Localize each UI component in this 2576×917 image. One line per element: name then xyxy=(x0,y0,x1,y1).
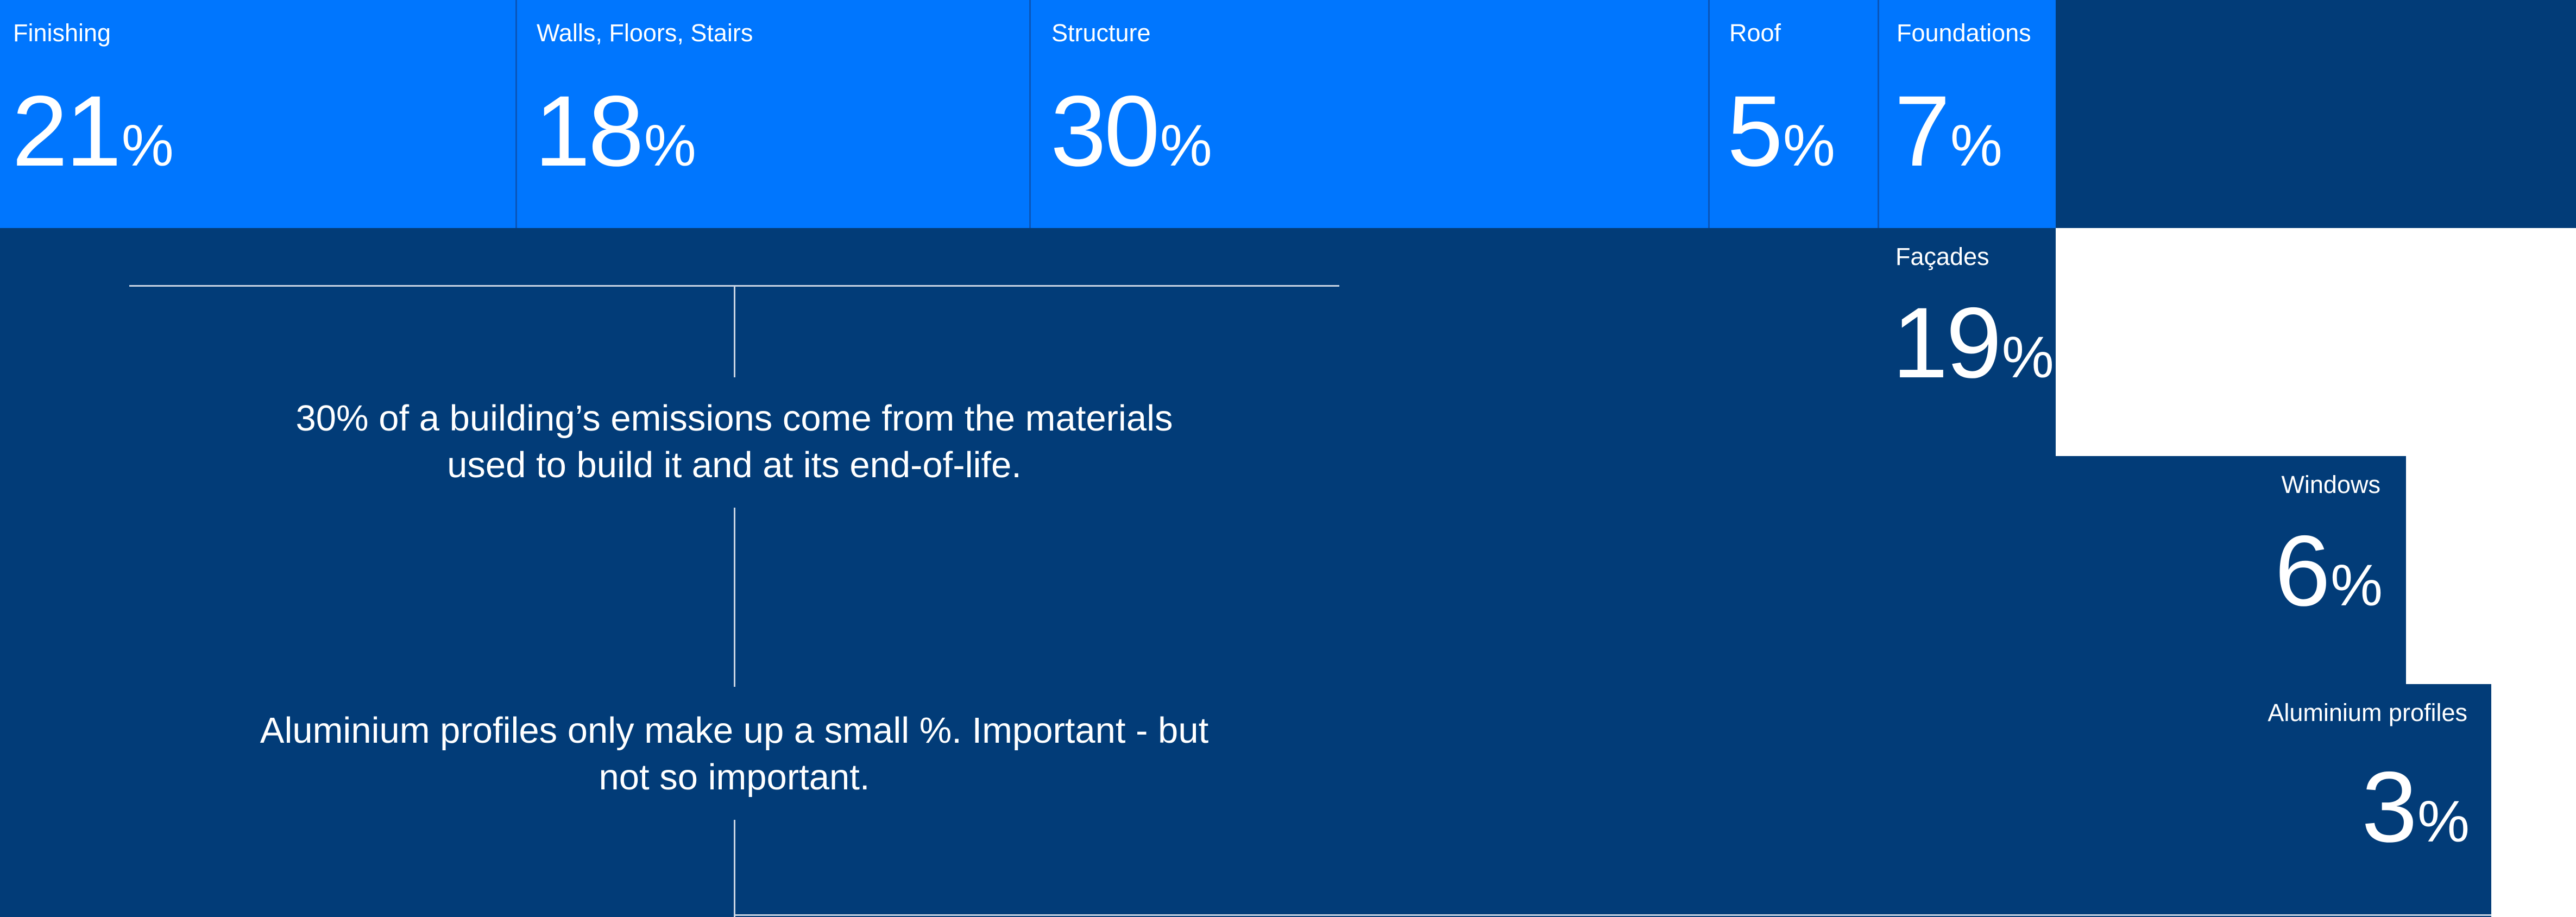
aluminium-profiles-label: Aluminium profiles xyxy=(2268,699,2467,726)
facades-label: Façades xyxy=(1895,243,1989,270)
annotation-connector-2 xyxy=(734,508,735,687)
facades-value: 19% xyxy=(1892,287,2054,399)
walls-floors-stairs-label: Walls, Floors, Stairs xyxy=(537,19,753,47)
windows-white-block xyxy=(2406,456,2576,684)
foundations-value: 7% xyxy=(1894,75,2002,187)
aluminium-profiles-value: 3% xyxy=(2361,751,2470,863)
aluminium-annotation: Aluminium profiles only make up a small … xyxy=(260,710,1209,798)
roof-value: 5% xyxy=(1727,75,1835,187)
walls-floors-stairs-value: 18% xyxy=(534,75,696,187)
structure-value: 30% xyxy=(1050,75,1212,187)
foundations-label: Foundations xyxy=(1897,19,2031,47)
structure-label: Structure xyxy=(1051,19,1151,47)
facades-white-block xyxy=(2056,228,2576,456)
emissions-annotation: 30% of a building’s emissions come from … xyxy=(295,398,1173,485)
finishing-label: Finishing xyxy=(13,19,111,47)
annotation-connector-3 xyxy=(734,820,735,917)
windows-label: Windows xyxy=(2281,471,2380,498)
emissions-breakdown-chart: Finishing Walls, Floors, Stairs Structur… xyxy=(0,0,2576,917)
windows-value: 6% xyxy=(2275,515,2383,627)
aluminium-white-block xyxy=(2491,684,2576,917)
roof-label: Roof xyxy=(1729,19,1781,47)
annotation-connector-1 xyxy=(734,285,735,377)
finishing-value: 21% xyxy=(12,75,174,187)
annotation-bottom-rule xyxy=(734,914,2491,916)
